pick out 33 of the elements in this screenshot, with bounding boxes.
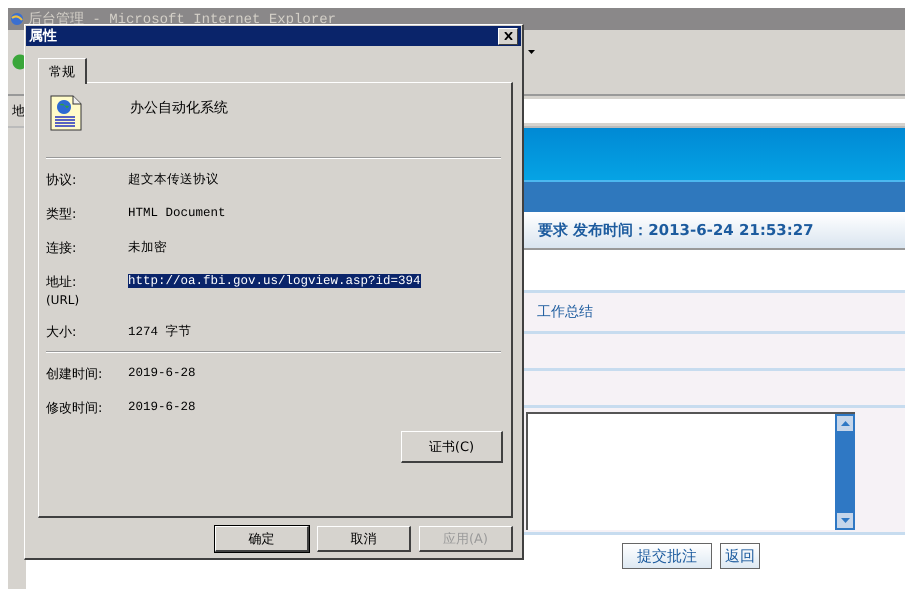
property-label: 修改时间: bbox=[46, 400, 104, 417]
property-label: 地址: bbox=[46, 274, 78, 291]
globe-icon bbox=[10, 12, 24, 26]
property-value: 2019-6-28 bbox=[128, 400, 196, 414]
property-value: 1274 字节 bbox=[128, 325, 192, 339]
cancel-button[interactable]: 取消 bbox=[317, 526, 411, 552]
down-arrow-icon bbox=[840, 518, 850, 523]
table-cell: 工作总结 bbox=[537, 303, 593, 321]
property-label: 大小: bbox=[46, 324, 78, 341]
close-button[interactable] bbox=[498, 28, 518, 44]
caret-icon[interactable] bbox=[528, 50, 535, 54]
scroll-up-button[interactable] bbox=[837, 416, 853, 431]
ok-button[interactable]: 确定 bbox=[215, 526, 309, 552]
property-label: 协议: bbox=[46, 172, 78, 189]
comment-field[interactable] bbox=[526, 412, 855, 530]
address-label: 地 bbox=[12, 103, 25, 120]
property-label: 创建时间: bbox=[46, 366, 104, 383]
property-value: http://oa.fbi.gov.us/logview.asp?id=394 bbox=[128, 274, 421, 288]
document-name: 办公自动化系统 bbox=[130, 99, 228, 117]
close-icon bbox=[504, 32, 512, 40]
scroll-down-button[interactable] bbox=[837, 513, 853, 528]
up-arrow-icon bbox=[840, 421, 850, 426]
scrollbar[interactable] bbox=[835, 414, 855, 530]
property-label: (URL) bbox=[46, 293, 80, 307]
web-document-icon bbox=[50, 95, 82, 131]
submit-button[interactable]: 提交批注 bbox=[622, 543, 712, 569]
dialog-title: 属性 bbox=[29, 27, 57, 45]
window-title: 后台管理 - Microsoft Internet Explorer bbox=[28, 10, 336, 28]
back-button[interactable]: 返回 bbox=[720, 543, 760, 569]
property-value: 2019-6-28 bbox=[128, 366, 196, 380]
tab[interactable]: 常规 bbox=[38, 58, 87, 84]
property-value: 超文本传送协议 bbox=[128, 173, 219, 187]
certificate-button[interactable]: 证书(C) bbox=[401, 431, 503, 463]
